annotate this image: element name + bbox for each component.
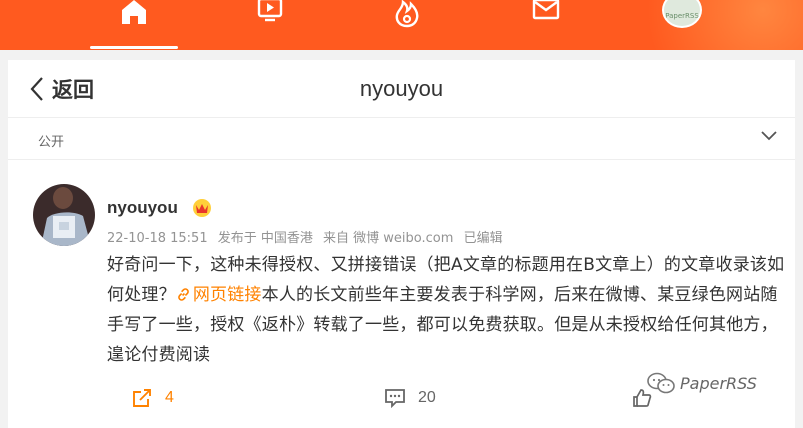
top-navigation-bar: PaperRSS	[0, 0, 803, 50]
nav-video-button[interactable]	[255, 0, 285, 50]
chevron-down-icon[interactable]	[761, 130, 777, 142]
post-meta: 22-10-18 15:51 发布于 中国香港 来自 微博 weibo.com …	[107, 227, 509, 246]
visibility-label: 公开	[38, 135, 65, 150]
video-icon	[257, 0, 283, 22]
nav-decoration	[603, 0, 803, 50]
author-name[interactable]: nyouyou	[107, 198, 178, 218]
post-date[interactable]: 22-10-18 15:51	[107, 231, 208, 246]
avatar-image	[33, 184, 95, 246]
visibility-selector[interactable]: 公开	[8, 118, 795, 160]
comment-count: 20	[418, 389, 436, 406]
repost-button[interactable]: 4	[131, 383, 174, 413]
share-icon	[133, 389, 151, 407]
post-source: 来自 微博 weibo.com	[323, 231, 454, 246]
comment-icon	[385, 389, 405, 408]
watermark-text: PaperRSS	[680, 373, 757, 393]
comment-button[interactable]: 20	[384, 383, 436, 413]
repost-count: 4	[165, 389, 174, 406]
post-location: 发布于 中国香港	[217, 231, 313, 246]
profile-avatar-text: PaperRSS	[665, 12, 699, 20]
link-icon	[177, 288, 189, 301]
nav-hot-button[interactable]	[392, 0, 422, 50]
wechat-icon	[647, 372, 675, 394]
flame-icon	[395, 0, 419, 28]
vip-badge-icon	[193, 199, 211, 217]
post-text: 好奇问一下，这种未得授权、又拼接错误（把A文章的标题用在B文章上）的文章收录该如…	[107, 250, 785, 370]
web-link-label: 网页链接	[192, 285, 262, 305]
mail-icon	[532, 0, 560, 20]
post-edited[interactable]: 已编辑	[464, 231, 503, 246]
author-avatar[interactable]	[33, 184, 95, 246]
nav-messages-button[interactable]	[531, 0, 561, 50]
watermark: PaperRSS	[646, 371, 757, 395]
page-header: 返回 nyouyou	[8, 60, 795, 118]
home-icon	[122, 0, 146, 24]
page-title: nyouyou	[359, 76, 444, 101]
web-link[interactable]: 网页链接	[176, 285, 262, 305]
nav-active-indicator	[90, 46, 178, 49]
nav-home-button[interactable]	[112, 0, 156, 50]
